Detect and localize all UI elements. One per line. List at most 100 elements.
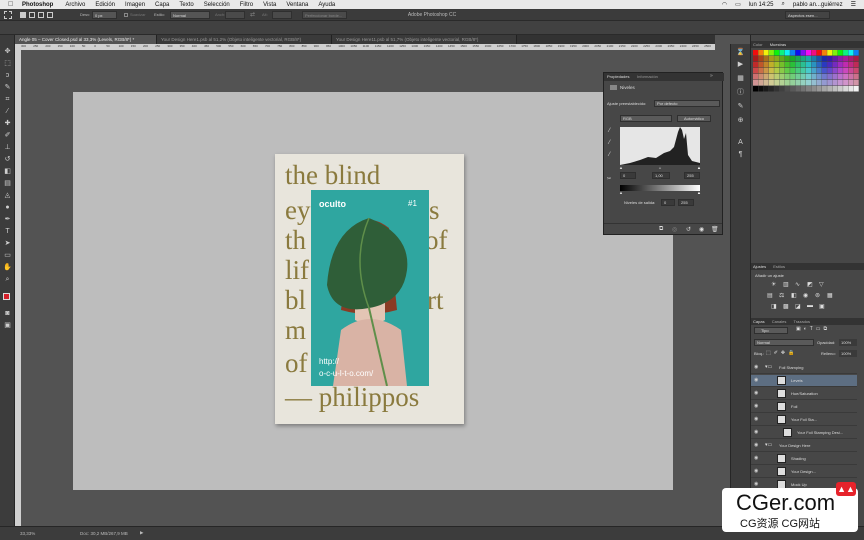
swatch[interactable]: [827, 56, 833, 62]
swatch[interactable]: [806, 56, 811, 62]
swatch[interactable]: [790, 62, 796, 68]
swatch[interactable]: [768, 56, 774, 62]
blur-tool-icon[interactable]: ◬: [3, 191, 12, 200]
style-select[interactable]: Normal: [170, 11, 210, 19]
swatch[interactable]: [848, 68, 854, 74]
output-black-field[interactable]: 0: [661, 199, 675, 206]
swatch[interactable]: [837, 62, 843, 68]
menu-texto[interactable]: Texto: [179, 2, 193, 8]
path-select-icon[interactable]: ➤: [3, 239, 12, 248]
auto-button[interactable]: Automático: [677, 115, 711, 122]
swatch[interactable]: [853, 56, 859, 62]
swatch[interactable]: [832, 62, 838, 68]
blend-mode-select[interactable]: Normal: [754, 339, 814, 346]
swatch[interactable]: [763, 74, 769, 80]
swatch[interactable]: [811, 62, 817, 68]
swatch[interactable]: [800, 56, 806, 62]
status-arrow-icon[interactable]: ▶: [140, 530, 143, 536]
swatch[interactable]: [821, 62, 827, 68]
swatch[interactable]: [816, 74, 822, 80]
tab-angle-05[interactable]: Angle 05 – Cover Closed.psd al 33,3% (Le…: [15, 35, 157, 44]
channel-select[interactable]: RGB: [620, 115, 672, 122]
swatch[interactable]: [811, 50, 817, 56]
layer-row[interactable]: ◉ Shading: [751, 453, 857, 465]
swatch[interactable]: [816, 62, 822, 68]
layer-row[interactable]: ◉ Levels: [751, 375, 857, 387]
paragraph-icon[interactable]: ¶: [736, 150, 745, 159]
swatch[interactable]: [784, 56, 790, 62]
fill-field[interactable]: 100%: [839, 350, 857, 357]
swatch[interactable]: [800, 74, 806, 80]
menu-seleccion[interactable]: Selección: [204, 2, 230, 8]
doc-size[interactable]: Doc: 30,2 MB/267,9 MB: [80, 531, 128, 536]
feather-input[interactable]: 0 px: [92, 11, 117, 19]
swatch[interactable]: [832, 74, 838, 80]
swatch[interactable]: [784, 50, 790, 56]
swatch[interactable]: [768, 80, 774, 86]
swatch[interactable]: [763, 86, 769, 92]
swatch[interactable]: [837, 74, 843, 80]
swatch[interactable]: [753, 74, 758, 80]
swatch[interactable]: [779, 86, 785, 92]
layer-row[interactable]: ◉ Hue/Saturation: [751, 388, 857, 400]
swatch[interactable]: [853, 68, 859, 74]
swatch[interactable]: [795, 86, 801, 92]
list-icon[interactable]: ☰: [851, 1, 856, 8]
view-previous-icon[interactable]: ◎: [672, 226, 677, 233]
color-lookup-icon[interactable]: ▦: [827, 292, 833, 299]
type-tool-icon[interactable]: T: [3, 227, 12, 236]
invert-icon[interactable]: ◨: [771, 303, 777, 310]
swatch[interactable]: [816, 86, 822, 92]
visibility-eye-icon[interactable]: ◉: [754, 482, 760, 487]
panel-collapse-icon[interactable]: »: [710, 73, 713, 79]
swatch[interactable]: [758, 86, 764, 92]
swatch[interactable]: [853, 80, 859, 86]
swatch[interactable]: [779, 56, 785, 62]
new-selection-icon[interactable]: [20, 12, 26, 18]
tab-your-design-here1[interactable]: Your Design Here1.psb al 51,2% (Objeto i…: [157, 35, 332, 44]
swatch[interactable]: [784, 62, 790, 68]
swatch[interactable]: [779, 80, 785, 86]
visibility-eye-icon[interactable]: ◉: [754, 456, 760, 461]
swatch[interactable]: [800, 68, 806, 74]
width-input[interactable]: [225, 11, 245, 19]
swatch[interactable]: [806, 86, 811, 92]
swatch[interactable]: [806, 62, 811, 68]
quick-mask-icon[interactable]: ◙: [3, 309, 12, 318]
swatch[interactable]: [768, 50, 774, 56]
swatch[interactable]: [790, 56, 796, 62]
stamp-tool-icon[interactable]: ⊥: [3, 143, 12, 152]
swatch[interactable]: [768, 62, 774, 68]
input-black-slider[interactable]: ▲: [619, 165, 623, 170]
brush-tool-icon[interactable]: ✐: [3, 131, 12, 140]
swatch[interactable]: [779, 74, 785, 80]
visibility-eye-icon[interactable]: ◉: [754, 404, 760, 409]
zoom-tool-icon[interactable]: ⌕: [3, 275, 12, 284]
tab-swatches[interactable]: Muestras: [770, 42, 786, 47]
swatch[interactable]: [832, 80, 838, 86]
swatch[interactable]: [821, 80, 827, 86]
clipping-icon[interactable]: ✂: [607, 176, 611, 182]
swatch[interactable]: [832, 56, 838, 62]
posterize-icon[interactable]: ▩: [783, 303, 789, 310]
channel-mixer-icon[interactable]: ⊚: [815, 292, 820, 299]
height-input[interactable]: [272, 11, 292, 19]
swatch[interactable]: [800, 62, 806, 68]
foreground-color-swatch[interactable]: [3, 293, 10, 300]
menu-filtro[interactable]: Filtro: [240, 2, 253, 8]
visibility-icon[interactable]: ◉: [699, 226, 704, 233]
swatch[interactable]: [843, 50, 849, 56]
swatch[interactable]: [795, 80, 801, 86]
swatch[interactable]: [853, 86, 859, 92]
input-white-slider[interactable]: ▲: [697, 165, 701, 170]
layer-group-row[interactable]: ◉ ▾▭ Foil Stamping: [751, 362, 857, 374]
swatch[interactable]: [800, 50, 806, 56]
workspace-select[interactable]: Aspectos esen...: [785, 11, 830, 19]
menu-ventana[interactable]: Ventana: [286, 2, 308, 8]
swatch[interactable]: [784, 68, 790, 74]
swatch[interactable]: [784, 80, 790, 86]
swatch[interactable]: [837, 50, 843, 56]
healing-tool-icon[interactable]: ✚: [3, 119, 12, 128]
swatch[interactable]: [811, 80, 817, 86]
pen-tool-icon[interactable]: ✒: [3, 215, 12, 224]
